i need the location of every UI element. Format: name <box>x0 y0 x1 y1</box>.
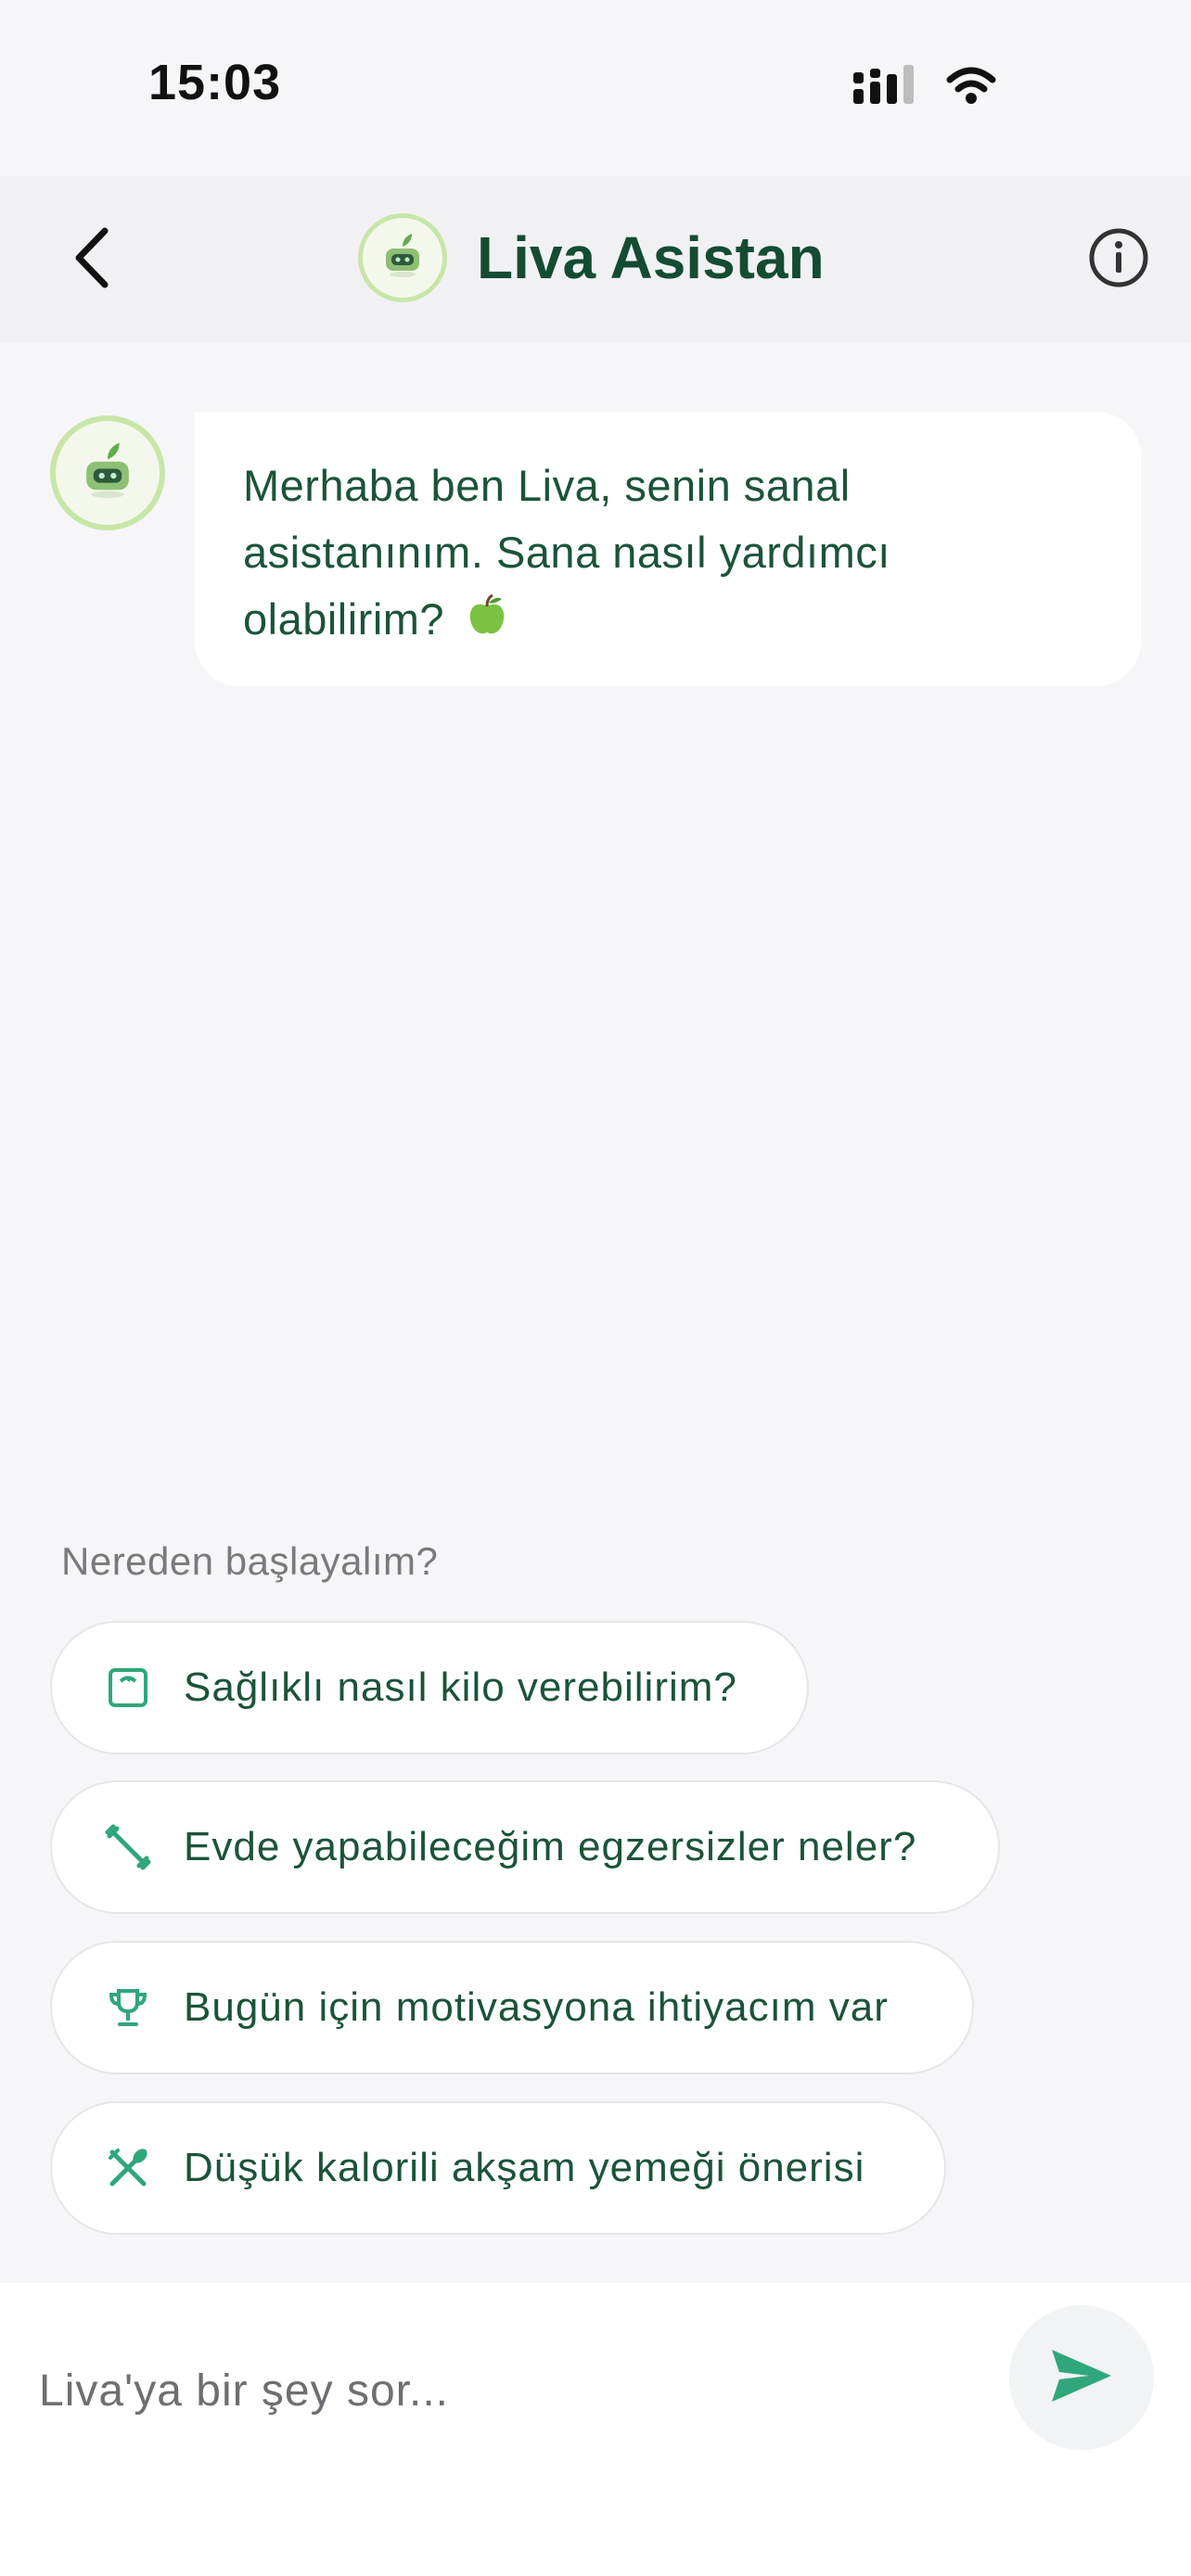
assistant-avatar <box>358 213 447 302</box>
send-button[interactable] <box>1009 2305 1154 2450</box>
message-avatar <box>50 415 165 530</box>
signal-bars-icon <box>852 63 918 112</box>
suggestion-label: Evde yapabileceğim egzersizler neler? <box>184 1824 917 1869</box>
suggestion-chip-weight-loss[interactable]: Sağlıklı nasıl kilo verebilirim? <box>50 1621 809 1754</box>
robot-sprout-icon <box>375 228 430 288</box>
chat-header: Liva Asistan <box>0 176 1191 343</box>
chevron-left-icon <box>70 225 116 295</box>
info-button[interactable] <box>1083 224 1154 295</box>
back-button[interactable] <box>56 223 130 297</box>
send-icon <box>1048 2346 1115 2410</box>
suggestion-label: Düşük kalorili akşam yemeği önerisi <box>184 2145 865 2190</box>
suggestion-label: Sağlıklı nasıl kilo verebilirim? <box>184 1664 737 1710</box>
message-input[interactable] <box>37 2339 987 2442</box>
message-composer <box>0 2283 1191 2576</box>
wifi-icon <box>946 65 996 110</box>
robot-sprout-icon <box>72 436 143 511</box>
header-title-group: Liva Asistan <box>358 213 825 302</box>
suggestion-label: Bugün için motivasyona ihtiyacım var <box>184 1984 889 2030</box>
page-title: Liva Asistan <box>477 224 825 291</box>
scale-icon <box>104 1664 152 1712</box>
suggestion-chip-low-calorie-dinner[interactable]: Düşük kalorili akşam yemeği önerisi <box>50 2101 946 2235</box>
status-time: 15:03 <box>148 55 282 110</box>
utensils-icon <box>104 2144 152 2192</box>
info-circle-icon <box>1087 226 1150 294</box>
trophy-icon <box>104 1983 152 2032</box>
message-text: Merhaba ben Liva, senin sanal asistanını… <box>243 461 890 644</box>
status-bar: 15:03 <box>0 0 1191 176</box>
dumbbell-icon <box>104 1823 152 1871</box>
status-icons <box>852 63 996 112</box>
suggestions-label: Nereden başlayalım? <box>61 1539 439 1583</box>
suggestion-chip-home-exercises[interactable]: Evde yapabileceğim egzersizler neler? <box>50 1780 1000 1914</box>
green-apple-icon <box>465 590 509 657</box>
assistant-message-bubble: Merhaba ben Liva, senin sanal asistanını… <box>195 412 1141 686</box>
suggestion-chip-motivation[interactable]: Bugün için motivasyona ihtiyacım var <box>50 1941 974 2074</box>
